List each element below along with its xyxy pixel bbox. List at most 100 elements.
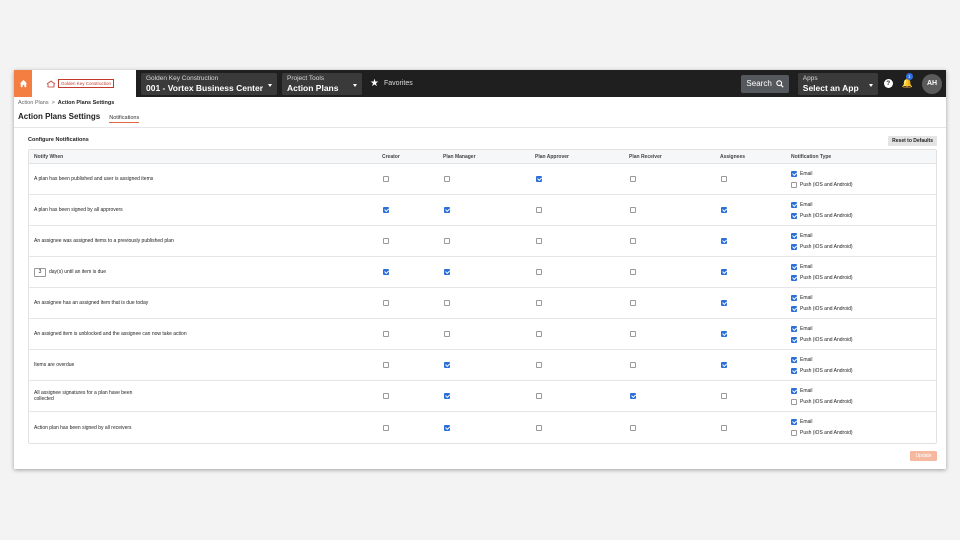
push-checkbox[interactable] xyxy=(791,430,797,436)
email-checkbox[interactable] xyxy=(791,263,797,270)
plan-receiver-checkbox[interactable] xyxy=(630,424,636,431)
notify-when-text: All assignee signatures for a plan have … xyxy=(34,390,133,402)
plan-manager-checkbox[interactable] xyxy=(444,238,450,244)
update-button[interactable]: Update xyxy=(910,451,937,461)
assignees-checkbox[interactable] xyxy=(721,393,727,399)
assignees-checkbox[interactable] xyxy=(721,207,727,213)
plan-receiver-checkbox[interactable] xyxy=(630,393,636,399)
company-project-selector[interactable]: Golden Key Construction 001 - Vortex Bus… xyxy=(141,72,277,95)
push-checkbox[interactable] xyxy=(791,243,797,250)
email-checkbox[interactable] xyxy=(791,419,797,425)
plan-manager-checkbox[interactable] xyxy=(444,176,450,182)
creator-checkbox[interactable] xyxy=(383,176,389,182)
plan-approver-checkbox[interactable] xyxy=(536,176,542,182)
company-logo[interactable]: Golden Key Construction xyxy=(32,70,136,97)
table-row: An assignee has an assigned item that is… xyxy=(29,288,936,319)
plan-approver-checkbox[interactable] xyxy=(536,393,542,399)
plan-approver-checkbox[interactable] xyxy=(536,269,542,275)
creator-checkbox[interactable] xyxy=(383,362,389,368)
plan-approver-checkbox[interactable] xyxy=(536,207,542,213)
email-checkbox[interactable] xyxy=(791,232,797,239)
plan-manager-checkbox[interactable] xyxy=(444,269,450,275)
creator-checkbox[interactable] xyxy=(383,207,389,213)
help-icon[interactable]: ? xyxy=(883,79,893,88)
breadcrumb: Action Plans > Action Plans Settings xyxy=(18,100,114,106)
email-checkbox[interactable] xyxy=(791,325,797,332)
email-label: Email xyxy=(800,419,813,425)
push-label: Push (iOS and Android) xyxy=(800,367,853,374)
reset-to-defaults-button[interactable]: Reset to Defaults xyxy=(888,136,937,146)
assignees-checkbox[interactable] xyxy=(721,424,727,431)
assignees-checkbox[interactable] xyxy=(721,269,727,275)
creator-checkbox[interactable] xyxy=(383,424,389,431)
plan-approver-checkbox[interactable] xyxy=(536,238,542,244)
notification-badge: 1 xyxy=(905,73,913,80)
push-checkbox[interactable] xyxy=(791,336,797,343)
home-button[interactable] xyxy=(14,70,32,97)
search-button[interactable]: Search xyxy=(741,74,789,93)
plan-receiver-checkbox[interactable] xyxy=(630,207,636,213)
email-label: Email xyxy=(800,356,813,363)
push-checkbox[interactable] xyxy=(791,398,797,405)
plan-manager-checkbox[interactable] xyxy=(444,207,450,213)
plan-receiver-checkbox[interactable] xyxy=(630,331,636,337)
table-header: Notify When Creator Plan Manager Plan Ap… xyxy=(29,150,936,164)
push-label: Push (iOS and Android) xyxy=(800,398,853,405)
plan-manager-checkbox[interactable] xyxy=(444,331,450,337)
notify-when-text: An assignee was assigned items to a prev… xyxy=(34,238,174,244)
push-checkbox[interactable] xyxy=(791,274,797,281)
plan-receiver-checkbox[interactable] xyxy=(630,176,636,182)
apps-selector[interactable]: Apps Select an App xyxy=(797,72,878,95)
favorites-button[interactable]: ★ Favorites xyxy=(370,78,413,89)
notify-when-cell: 3 day(s) until an item is due xyxy=(34,267,106,277)
creator-checkbox[interactable] xyxy=(383,300,389,306)
apps-value: Select an App xyxy=(802,82,859,93)
tab-notifications[interactable]: Notifications xyxy=(109,115,140,123)
plan-manager-checkbox[interactable] xyxy=(444,393,450,399)
assignees-checkbox[interactable] xyxy=(721,300,727,306)
email-checkbox[interactable] xyxy=(791,356,797,363)
plan-receiver-checkbox[interactable] xyxy=(630,300,636,306)
plan-approver-checkbox[interactable] xyxy=(536,300,542,306)
column-header: Plan Approver xyxy=(535,153,569,160)
creator-checkbox[interactable] xyxy=(383,269,389,275)
project-tools-selector[interactable]: Project Tools Action Plans xyxy=(282,72,362,95)
plan-approver-checkbox[interactable] xyxy=(536,362,542,368)
email-checkbox[interactable] xyxy=(791,294,797,301)
plan-approver-checkbox[interactable] xyxy=(536,424,542,431)
days-input[interactable]: 3 xyxy=(34,267,46,277)
push-label: Push (iOS and Android) xyxy=(800,212,853,219)
avatar[interactable]: AH xyxy=(922,73,942,94)
email-checkbox[interactable] xyxy=(791,387,797,394)
home-icon xyxy=(19,79,27,88)
assignees-checkbox[interactable] xyxy=(721,362,727,368)
push-checkbox[interactable] xyxy=(791,367,797,374)
email-label: Email xyxy=(800,387,813,394)
column-header: Plan Manager xyxy=(443,153,476,160)
assignees-checkbox[interactable] xyxy=(721,176,727,182)
email-checkbox[interactable] xyxy=(791,170,797,177)
plan-receiver-checkbox[interactable] xyxy=(630,238,636,244)
notify-when-text: A plan has been published and user is as… xyxy=(34,176,154,182)
assignees-checkbox[interactable] xyxy=(721,331,727,337)
favorites-label: Favorites xyxy=(383,80,413,87)
push-checkbox[interactable] xyxy=(791,305,797,312)
breadcrumb-parent[interactable]: Action Plans xyxy=(18,100,49,106)
plan-manager-checkbox[interactable] xyxy=(444,362,450,368)
creator-checkbox[interactable] xyxy=(383,238,389,244)
plan-approver-checkbox[interactable] xyxy=(536,331,542,337)
notify-when-text: An assignee has an assigned item that is… xyxy=(34,300,149,306)
breadcrumb-current: Action Plans Settings xyxy=(57,100,115,106)
plan-manager-checkbox[interactable] xyxy=(444,300,450,306)
email-checkbox[interactable] xyxy=(791,201,797,208)
creator-checkbox[interactable] xyxy=(383,331,389,337)
assignees-checkbox[interactable] xyxy=(721,238,727,244)
plan-receiver-checkbox[interactable] xyxy=(630,362,636,368)
notifications-button[interactable]: 🔔 1 xyxy=(902,73,913,89)
creator-checkbox[interactable] xyxy=(383,393,389,399)
push-checkbox[interactable] xyxy=(791,212,797,219)
plan-receiver-checkbox[interactable] xyxy=(630,269,636,275)
email-label: Email xyxy=(800,201,813,208)
push-checkbox[interactable] xyxy=(791,181,797,188)
plan-manager-checkbox[interactable] xyxy=(444,424,450,431)
